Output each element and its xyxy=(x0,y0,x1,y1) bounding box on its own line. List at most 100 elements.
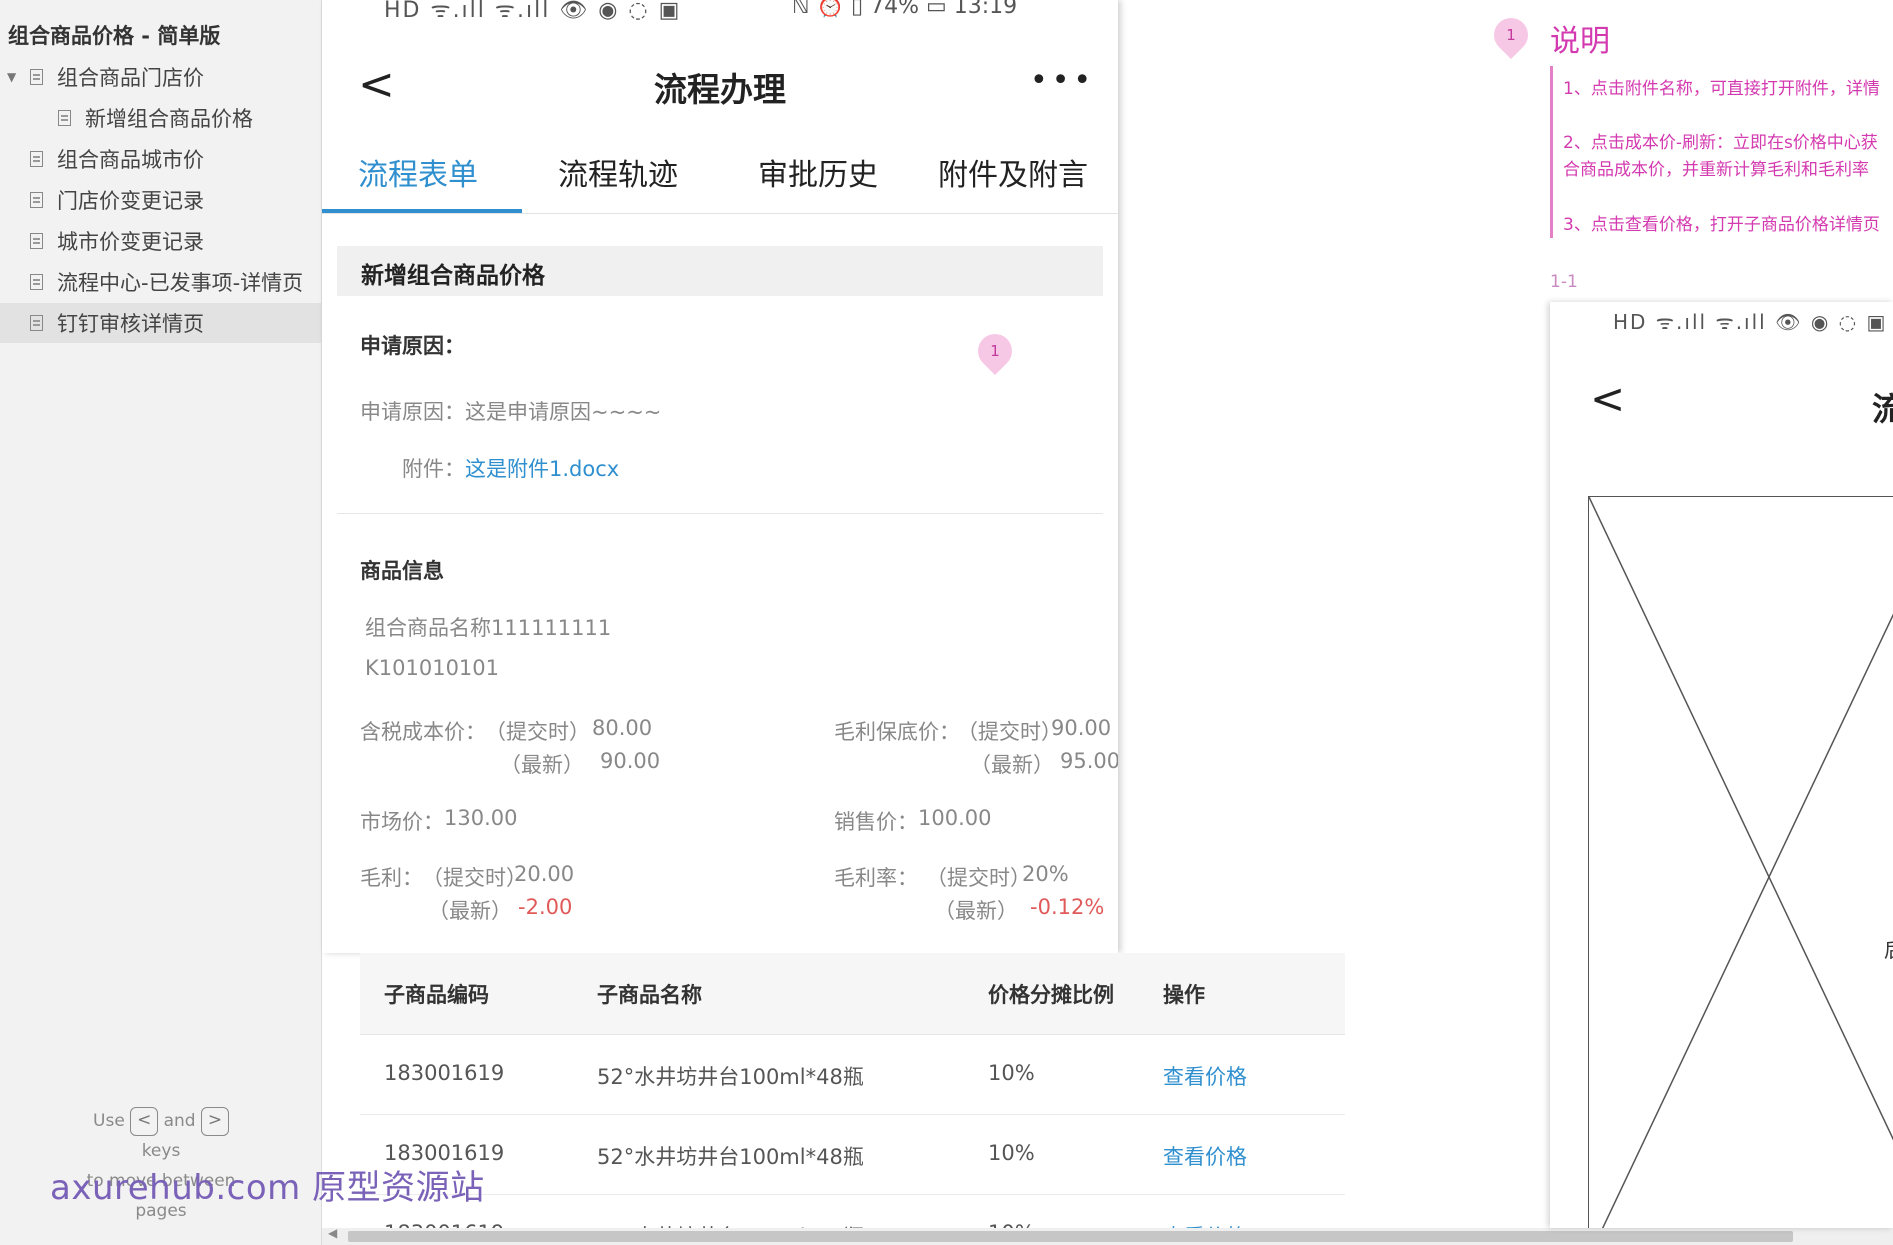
cell-name: 52°水井坊井台100ml*48瓶 xyxy=(597,1145,864,1169)
note-title: 说明 xyxy=(1550,24,1610,59)
annotation-pin-number: 1 xyxy=(990,342,1000,360)
sitemap-item-dingtalk-detail[interactable]: 钉钉审核详情页 xyxy=(0,303,321,343)
expand-arrow-icon[interactable]: ▼ xyxy=(7,70,16,84)
table-header: 子商品编码 子商品名称 价格分摊比例 操作 xyxy=(360,953,1345,1035)
sitemap-item-city-price[interactable]: 组合商品城市价 xyxy=(0,139,321,179)
page-icon xyxy=(30,151,43,167)
cell-ratio: 10% xyxy=(988,1061,1035,1085)
view-price-link[interactable]: 查看价格 xyxy=(1163,1141,1247,1171)
col-child-name: 子商品名称 xyxy=(597,983,702,1007)
gross-margin-submit-tag: （提交时） xyxy=(926,866,1031,890)
table-row: 183001619 52°水井坊井台100ml*48瓶 10% 查看价格 xyxy=(360,1035,1345,1115)
section-title: 新增组合商品价格 xyxy=(337,246,1103,296)
sitemap-item-city-log[interactable]: 城市价变更记录 xyxy=(0,221,321,261)
attachment-link[interactable]: 这是附件1.docx xyxy=(465,453,619,483)
sitemap-item-store-price[interactable]: ▼ 组合商品门店价 xyxy=(0,57,321,97)
attachment-label: 附件： xyxy=(402,457,465,481)
back-icon[interactable]: < xyxy=(1590,374,1625,423)
col-action: 操作 xyxy=(1163,983,1205,1007)
note-accent-bar xyxy=(1550,66,1553,238)
gross-margin-submit-value: 20% xyxy=(1022,862,1069,886)
gross-margin-label: 毛利率： xyxy=(834,866,918,890)
cost-price-latest-value: 90.00 xyxy=(600,749,661,773)
note-line: 1、点击附件名称，可直接打开附件，详情 xyxy=(1563,79,1880,99)
page-icon xyxy=(30,274,43,290)
sitemap-item-label: 流程中心-已发事项-详情页 xyxy=(57,271,304,295)
page-icon xyxy=(58,110,71,126)
product-name: 组合商品名称111111111 xyxy=(365,616,612,640)
cell-code: 183001619 xyxy=(384,1061,505,1085)
note-line: 合商品成本价，并重新计算毛利和毛利率 xyxy=(1563,160,1869,180)
sitemap-item-label: 组合商品城市价 xyxy=(57,148,204,172)
note-line: 2、点击成本价-刷新：立即在s价格中心获 xyxy=(1563,133,1878,153)
sitemap-item-label: 组合商品门店价 xyxy=(57,66,204,90)
sitemap-item-label: 门店价变更记录 xyxy=(57,189,204,213)
image-placeholder xyxy=(1588,496,1893,1228)
placeholder-glyph: 后 xyxy=(1884,934,1893,963)
sitemap-item-label: 新增组合商品价格 xyxy=(85,107,253,131)
margin-floor-submit-value: 90.00 xyxy=(1051,716,1112,740)
page-icon xyxy=(30,69,43,85)
status-bar: HD ᯤ.ıll ᯤ.ıll 👁 ◉ ◌ ▣ ℕ ⏰ ▯ 74% ▭ 13:19 xyxy=(322,0,1118,23)
next-key-icon: > xyxy=(200,1106,229,1136)
status-bar: HD ᯤ.ıll ᯤ.ıll 👁 ◉ ◌ ▣ xyxy=(1613,310,1888,334)
tab-flow-form[interactable]: 流程表单 xyxy=(358,150,478,194)
apply-reason-value: 这是申请原因~~~~ xyxy=(465,400,662,424)
tab-bar: 流程表单 流程轨迹 审批历史 附件及附言 xyxy=(322,140,1118,214)
tab-approval-history[interactable]: 审批历史 xyxy=(758,150,878,194)
cell-ratio: 10% xyxy=(988,1141,1035,1165)
gross-margin-latest-tag: （最新） xyxy=(934,899,1018,923)
margin-floor-submit-tag: （提交时） xyxy=(957,720,1062,744)
horizontal-scrollbar[interactable]: ◀ xyxy=(322,1226,1893,1245)
note-pin-number: 1 xyxy=(1506,26,1516,44)
margin-floor-latest-value: 95.00 xyxy=(1060,749,1118,773)
cost-price-submit-tag: （提交时） xyxy=(485,720,590,744)
hint-use: Use xyxy=(93,1111,125,1131)
view-price-link[interactable]: 查看价格 xyxy=(1163,1061,1247,1091)
apply-reason-heading: 申请原因： xyxy=(360,334,465,358)
scrollbar-thumb[interactable] xyxy=(348,1231,1793,1242)
cost-price-label: 含税成本价： xyxy=(360,720,486,744)
note-reference: 1-1 xyxy=(1550,272,1578,292)
sitemap-item-store-log[interactable]: 门店价变更记录 xyxy=(0,180,321,220)
gross-profit-submit-tag: （提交时） xyxy=(422,866,527,890)
watermark: axurehub.com 原型资源站 xyxy=(50,1168,485,1208)
placeholder-cross-icon xyxy=(1588,496,1893,1228)
page-icon xyxy=(30,192,43,208)
product-code: K101010101 xyxy=(365,656,500,680)
gross-profit-latest-tag: （最新） xyxy=(428,899,512,923)
col-child-code: 子商品编码 xyxy=(384,983,489,1007)
margin-floor-label: 毛利保底价： xyxy=(834,720,960,744)
gross-profit-label: 毛利： xyxy=(360,866,423,890)
page-icon xyxy=(30,233,43,249)
nav-bar: < 流程办理 ••• xyxy=(322,55,1118,115)
sitemap-item-flow-detail[interactable]: 流程中心-已发事项-详情页 xyxy=(0,262,321,302)
tab-attachments[interactable]: 附件及附言 xyxy=(938,150,1088,194)
prev-key-icon: < xyxy=(130,1106,159,1136)
annotation-pin-icon[interactable]: 1 xyxy=(970,326,1020,376)
page-title: 流程办理 xyxy=(654,70,786,109)
sitemap-panel: 组合商品价格 - 简单版 ▼ 组合商品门店价 新增组合商品价格 组合商品城市价 … xyxy=(0,0,322,1245)
status-left: HD ᯤ.ıll ᯤ.ıll 👁 ◉ ◌ ▣ xyxy=(384,0,682,23)
sale-price-value: 100.00 xyxy=(918,806,992,830)
tab-flow-track[interactable]: 流程轨迹 xyxy=(558,150,678,194)
gross-profit-latest-value: -2.00 xyxy=(518,895,573,919)
active-tab-indicator xyxy=(322,209,522,213)
status-right: ℕ ⏰ ▯ 74% ▭ 13:19 xyxy=(792,0,1018,19)
more-icon[interactable]: ••• xyxy=(1030,63,1095,98)
cost-price-latest-tag: （最新） xyxy=(500,753,584,777)
market-price-label: 市场价： xyxy=(360,810,444,834)
child-product-table: 子商品编码 子商品名称 价格分摊比例 操作 183001619 52°水井坊井台… xyxy=(360,953,1345,1245)
table-row: 183001619 52°水井坊井台100ml*48瓶 10% 查看价格 xyxy=(360,1115,1345,1195)
col-ratio: 价格分摊比例 xyxy=(988,983,1114,1007)
cost-price-submit-value: 80.00 xyxy=(592,716,653,740)
sitemap-item-label: 钉钉审核详情页 xyxy=(57,312,204,336)
hint-and: and xyxy=(163,1111,196,1131)
scroll-left-arrow-icon[interactable]: ◀ xyxy=(328,1226,337,1240)
sitemap-item-add-price[interactable]: 新增组合商品价格 xyxy=(0,98,321,138)
note-line: 3、点击查看价格，打开子商品价格详情页 xyxy=(1563,215,1880,235)
margin-floor-latest-tag: （最新） xyxy=(970,753,1054,777)
page-icon xyxy=(30,315,43,331)
product-info-heading: 商品信息 xyxy=(360,559,444,583)
page-title-fragment: 流 xyxy=(1872,390,1893,428)
